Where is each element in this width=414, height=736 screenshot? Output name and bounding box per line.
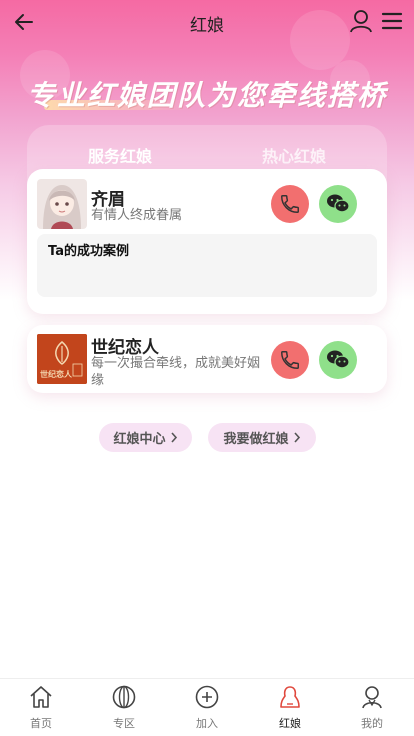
user-icon [350,10,372,33]
matchmaker-center-button[interactable]: 红娘中心 [99,423,192,452]
zone-icon [112,685,136,709]
matchmaker-desc: 有情人终成眷属 [91,208,183,223]
wechat-button[interactable] [319,341,357,379]
success-cases-title: Ta的成功案例 [48,244,129,259]
call-button[interactable] [271,341,309,379]
phone-icon [281,195,299,213]
nav-item-matchmaker[interactable]: 红娘 [260,683,320,733]
nav-item-zone[interactable]: 专区 [94,683,154,733]
profile-icon [362,686,382,709]
tab-hot-matchmaker[interactable]: 热心红娘 [262,143,326,167]
menu-button[interactable] [379,8,405,34]
top-bar: 红娘 [0,0,414,44]
wechat-button[interactable] [319,185,357,223]
plus-circle-icon [195,685,219,709]
matchmaker-center-label: 红娘中心 [113,432,166,447]
hero-slogan: 专业红娘团队为您牵线搭桥 [26,79,387,112]
agency-logo: 世纪恋人 [37,334,87,384]
nav-label: 红娘 [279,717,301,730]
become-matchmaker-label: 我要做红娘 [223,432,289,447]
user-button[interactable] [348,8,374,34]
wechat-icon [327,350,350,369]
chevron-right-icon [293,432,300,443]
home-icon [30,686,52,708]
become-matchmaker-button[interactable]: 我要做红娘 [208,423,316,452]
nav-item-profile[interactable]: 我的 [342,683,402,733]
chevron-right-icon [170,432,177,443]
matchmaker-desc: 每一次撮合牵线，成就美好姻缘 [91,356,261,388]
nav-label: 专区 [113,717,135,730]
hamburger-menu-icon [381,12,403,30]
nav-item-home[interactable]: 首页 [11,683,71,733]
matchmaker-icon [280,686,300,708]
agency-logo-text: 世纪恋人 [40,370,72,379]
bottom-navigation: 首页 专区 加入 红娘 我的 [0,678,414,736]
nav-label: 加入 [196,717,218,730]
nav-label: 我的 [361,717,383,730]
wechat-icon [327,194,350,213]
nav-label: 首页 [30,717,52,730]
call-button[interactable] [271,185,309,223]
phone-icon [281,351,299,369]
tab-service-matchmaker[interactable]: 服务红娘 [88,143,152,167]
nav-item-join[interactable]: 加入 [177,683,237,733]
avatar [37,179,87,229]
